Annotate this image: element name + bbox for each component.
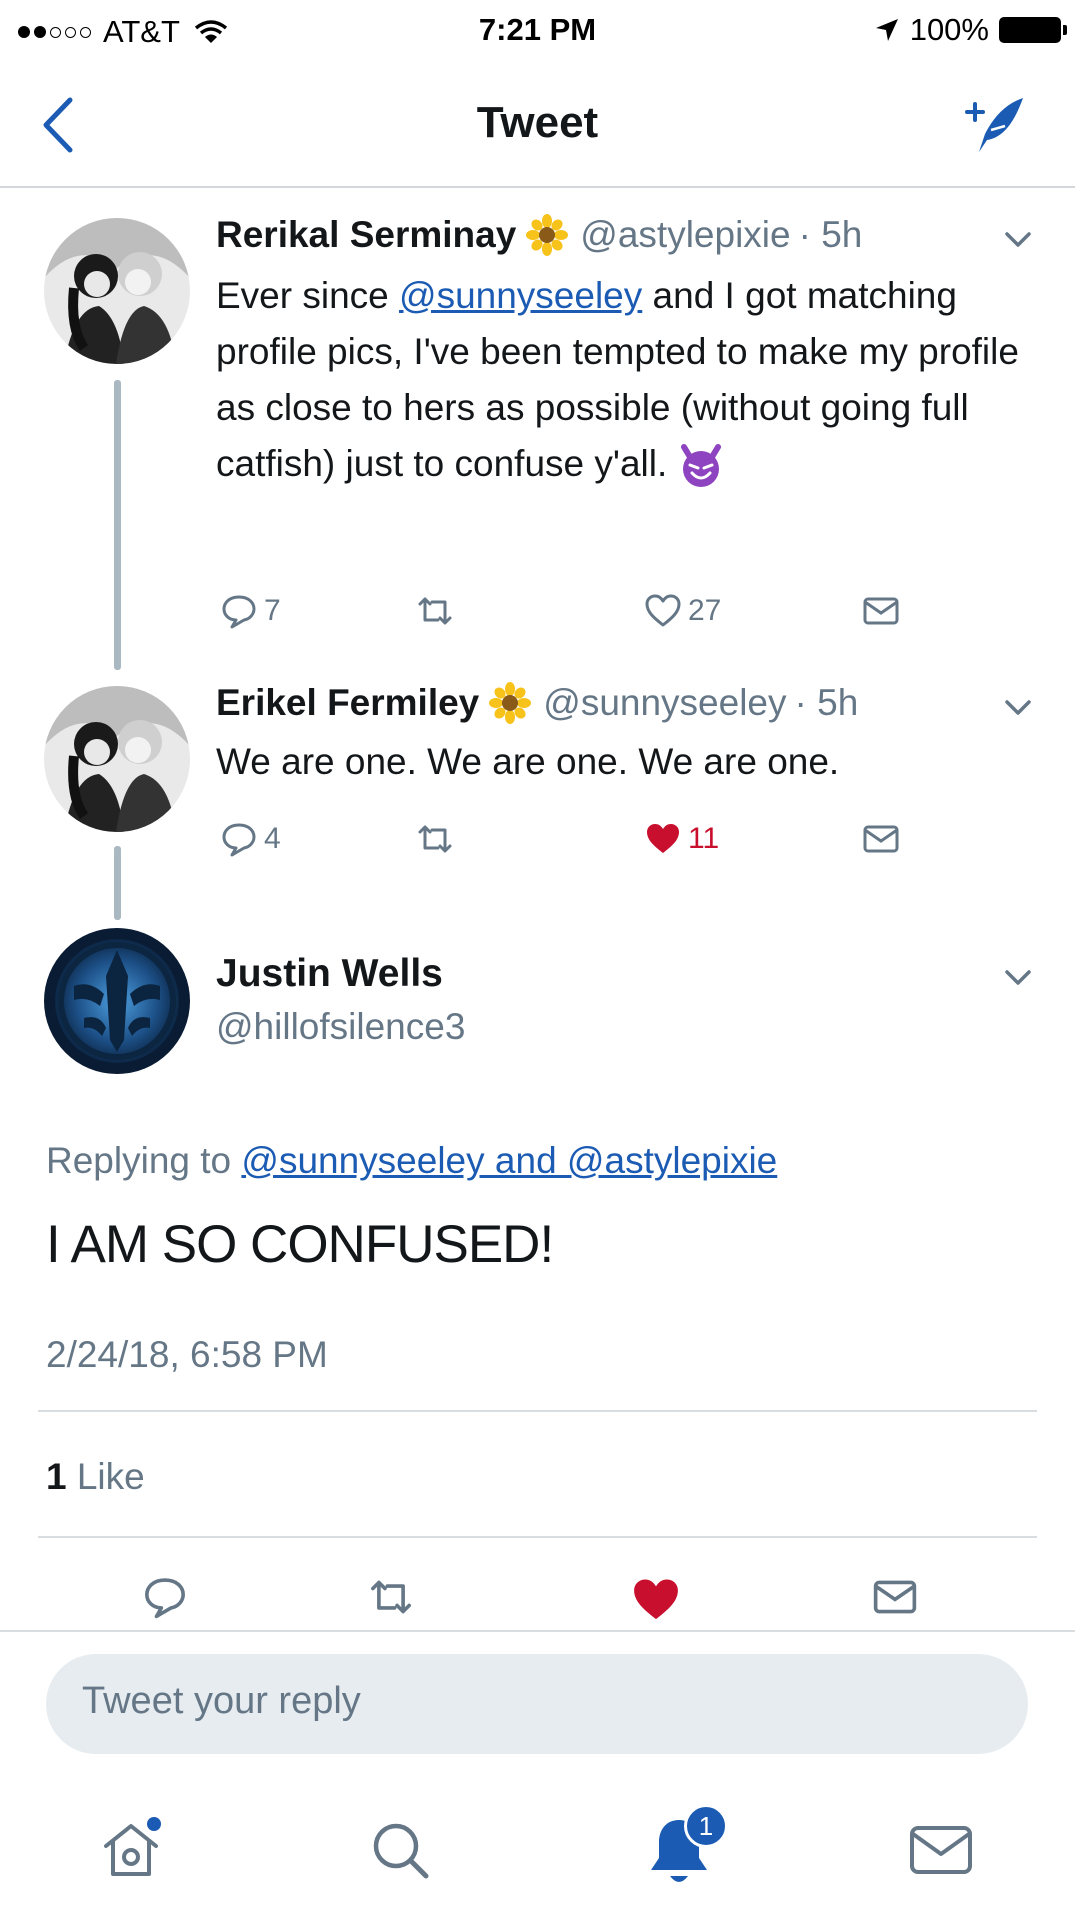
author-name[interactable]: Rerikal Serminay [216, 214, 516, 256]
heart-outline-icon [645, 594, 681, 627]
reply-icon [145, 1578, 185, 1619]
tweet-header: Erikel Fermiley @sunnyseeley · 5h [216, 682, 858, 724]
tweet-time: · 5h [798, 214, 863, 255]
reply-icon [222, 823, 256, 857]
like-button[interactable]: 27 [644, 592, 721, 630]
location-arrow-icon [875, 19, 898, 41]
notification-badge: 1 [684, 1804, 728, 1848]
battery-percent: 100% [909, 12, 989, 47]
tweet-header: Rerikal Serminay @astylepixie · 5h [216, 214, 862, 256]
like-button[interactable] [630, 1574, 682, 1626]
reply-placeholder: Tweet your reply [82, 1680, 361, 1722]
nav-bar: Tweet [0, 62, 1075, 188]
like-stats[interactable]: 1 Like [46, 1456, 145, 1498]
divider [0, 1630, 1075, 1632]
sunflower-emoji-icon [489, 682, 532, 724]
replying-to: Replying to @sunnyseeley and @astylepixi… [46, 1140, 778, 1181]
direct-message-button[interactable] [862, 820, 900, 858]
retweet-icon [371, 1580, 411, 1614]
author-name[interactable]: Justin Wells [216, 952, 443, 996]
author-handle[interactable]: @astylepixie [580, 214, 790, 256]
sunflower-emoji-icon [526, 214, 569, 256]
like-label: Like [76, 1456, 145, 1497]
battery-icon [999, 17, 1067, 43]
chevron-down-icon[interactable] [1001, 696, 1035, 720]
retweet-icon [418, 825, 452, 853]
retweet-button[interactable] [368, 1574, 414, 1620]
page-title: Tweet [476, 98, 599, 147]
retweet-button[interactable] [416, 592, 454, 630]
status-bar: AT&T 7:21 PM 100% [0, 0, 1075, 60]
messages-envelope-icon[interactable] [908, 1820, 974, 1880]
direct-message-button[interactable] [872, 1574, 918, 1620]
reply-input[interactable]: Tweet your reply [46, 1654, 1028, 1754]
reply-button[interactable]: 7 [220, 592, 281, 630]
reply-button[interactable]: 4 [220, 820, 281, 858]
author-handle[interactable]: @sunnyseeley [543, 682, 786, 724]
avatar[interactable] [44, 928, 190, 1074]
home-icon[interactable] [96, 1814, 166, 1884]
tab-notifications[interactable]: 1 [640, 1804, 730, 1894]
direct-message-button[interactable] [862, 592, 900, 630]
focus-tweet-actions [0, 1574, 1075, 1624]
retweet-icon [418, 597, 452, 625]
reply-button[interactable] [142, 1574, 188, 1620]
tweet-text: Ever since @sunnyseeley and I got matchi… [216, 268, 1036, 492]
tweet-actions: 4 11 [216, 820, 916, 870]
avatar[interactable] [44, 686, 190, 832]
like-count: 11 [688, 822, 720, 855]
tab-bar: 1 [0, 1780, 1075, 1915]
tweet-timestamp: 2/24/18, 6:58 PM [46, 1334, 328, 1375]
like-total: 1 [46, 1456, 67, 1497]
like-button[interactable]: 11 [644, 820, 719, 858]
reply-count: 4 [264, 822, 281, 855]
thread-connector [114, 846, 121, 920]
reply-icon [222, 595, 256, 629]
smiling-devil-emoji-icon [680, 444, 721, 488]
retweet-button[interactable] [416, 820, 454, 858]
chevron-down-icon[interactable] [1001, 966, 1035, 990]
author-name[interactable]: Erikel Fermiley [216, 682, 479, 724]
envelope-icon [873, 1580, 917, 1614]
avatar[interactable] [44, 218, 190, 364]
chevron-down-icon[interactable] [1001, 228, 1035, 252]
author-handle[interactable]: @hillofsilence3 [216, 1006, 465, 1048]
compose-tweet-icon[interactable] [961, 90, 1031, 160]
envelope-icon [863, 597, 899, 625]
thread-connector [114, 380, 121, 670]
like-count: 27 [688, 594, 722, 627]
divider [38, 1536, 1037, 1538]
replying-to-mentions[interactable]: @sunnyseeley and @astylepixie [241, 1140, 777, 1181]
tweet-actions: 7 27 [216, 592, 916, 642]
battery-status: 100% [874, 12, 1067, 48]
divider [38, 1410, 1037, 1412]
tweet-time: · 5h [794, 682, 859, 723]
envelope-icon [863, 825, 899, 853]
reply-count: 7 [264, 594, 281, 627]
mention-link[interactable]: @sunnyseeley [399, 275, 642, 316]
tweet-text: We are one. We are one. We are one. [216, 741, 840, 782]
heart-filled-icon [634, 1579, 678, 1620]
tweet-text: I AM SO CONFUSED! [46, 1215, 554, 1274]
heart-filled-icon [647, 824, 679, 853]
search-icon[interactable] [366, 1816, 436, 1886]
